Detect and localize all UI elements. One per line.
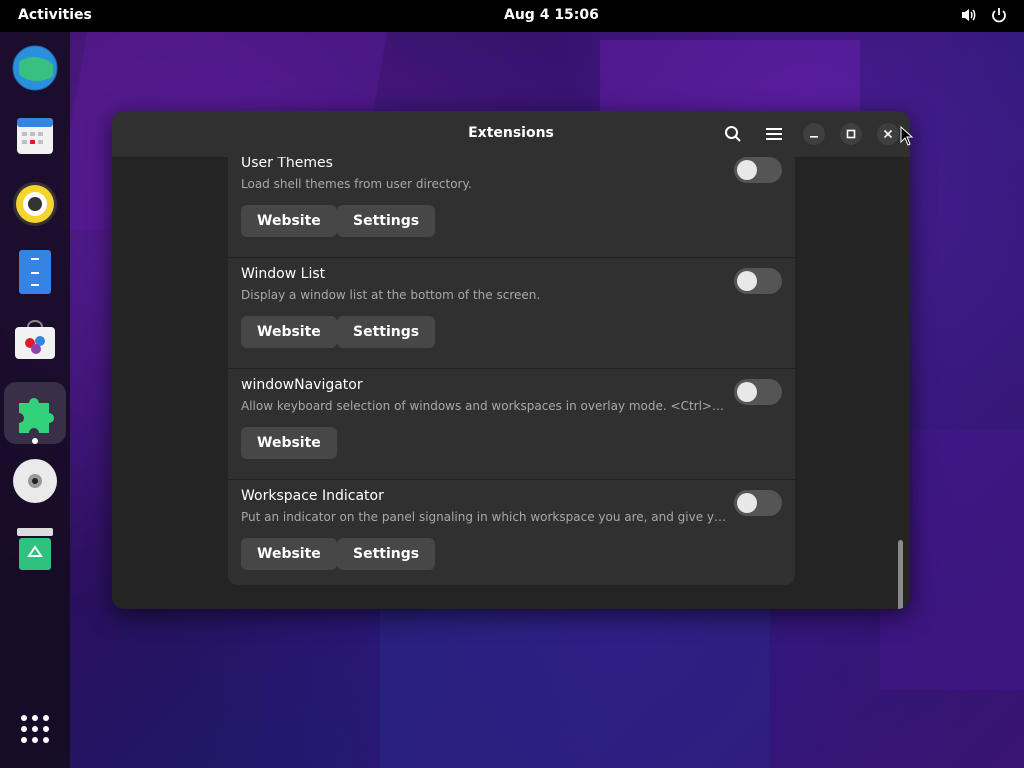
settings-button[interactable]: Settings: [337, 538, 436, 570]
search-icon[interactable]: [718, 119, 748, 149]
calendar-icon[interactable]: [4, 105, 66, 167]
website-button[interactable]: Website: [241, 316, 337, 348]
top-bar: Activities Aug 4 15:06: [0, 0, 1024, 32]
website-button[interactable]: Website: [241, 205, 337, 237]
extension-toggle[interactable]: [734, 157, 782, 183]
menu-icon[interactable]: [759, 119, 789, 149]
app-grid-icon[interactable]: [4, 698, 66, 760]
extension-toggle[interactable]: [734, 268, 782, 294]
mouse-cursor-icon: [900, 125, 914, 150]
extension-description: Load shell themes from user directory.: [241, 177, 472, 191]
extension-description: Allow keyboard selection of windows and …: [241, 399, 731, 413]
system-menu[interactable]: [960, 6, 1008, 28]
running-indicator: [32, 438, 38, 444]
maximize-icon[interactable]: [840, 123, 862, 145]
files-icon[interactable]: [4, 241, 66, 303]
extension-toggle[interactable]: [734, 379, 782, 405]
settings-button[interactable]: Settings: [337, 205, 436, 237]
minimize-icon[interactable]: [803, 123, 825, 145]
extension-row-workspace-indicator[interactable]: Workspace Indicator Put an indicator on …: [228, 480, 795, 590]
web-browser-icon[interactable]: [4, 37, 66, 99]
window-title: Extensions: [468, 125, 554, 141]
toggle-knob: [737, 493, 757, 513]
website-button[interactable]: Website: [241, 427, 337, 459]
scrollbar[interactable]: [898, 540, 903, 609]
extensions-window: Extensions User Themes Load shell themes…: [112, 111, 910, 609]
extension-name: Workspace Indicator: [241, 488, 384, 504]
volume-icon[interactable]: [960, 6, 978, 28]
extensions-list-view[interactable]: User Themes Load shell themes from user …: [112, 157, 910, 609]
header-bar: Extensions: [112, 111, 910, 157]
disc-icon[interactable]: [4, 450, 66, 512]
rhythmbox-icon[interactable]: [4, 173, 66, 235]
extension-description: Display a window list at the bottom of t…: [241, 288, 541, 302]
extension-row-window-list[interactable]: Window List Display a window list at the…: [228, 258, 795, 369]
extension-toggle[interactable]: [734, 490, 782, 516]
trash-icon[interactable]: [4, 518, 66, 580]
activities-button[interactable]: Activities: [18, 7, 92, 23]
clock[interactable]: Aug 4 15:06: [504, 7, 599, 23]
wallpaper-shape: [380, 610, 770, 768]
website-button[interactable]: Website: [241, 538, 337, 570]
extensions-app-icon[interactable]: [4, 382, 66, 444]
extension-row-window-navigator[interactable]: windowNavigator Allow keyboard selection…: [228, 369, 795, 480]
toggle-knob: [737, 271, 757, 291]
close-icon[interactable]: [877, 123, 899, 145]
power-icon[interactable]: [990, 6, 1008, 28]
extension-name: Window List: [241, 266, 326, 282]
dock: [0, 32, 70, 768]
extension-row-user-themes[interactable]: User Themes Load shell themes from user …: [228, 157, 795, 258]
extension-description: Put an indicator on the panel signaling …: [241, 510, 731, 524]
extension-name: windowNavigator: [241, 377, 363, 393]
toggle-knob: [737, 160, 757, 180]
toggle-knob: [737, 382, 757, 402]
extension-name: User Themes: [241, 157, 333, 171]
extensions-list: User Themes Load shell themes from user …: [228, 157, 795, 585]
software-icon[interactable]: [4, 309, 66, 371]
settings-button[interactable]: Settings: [337, 316, 436, 348]
